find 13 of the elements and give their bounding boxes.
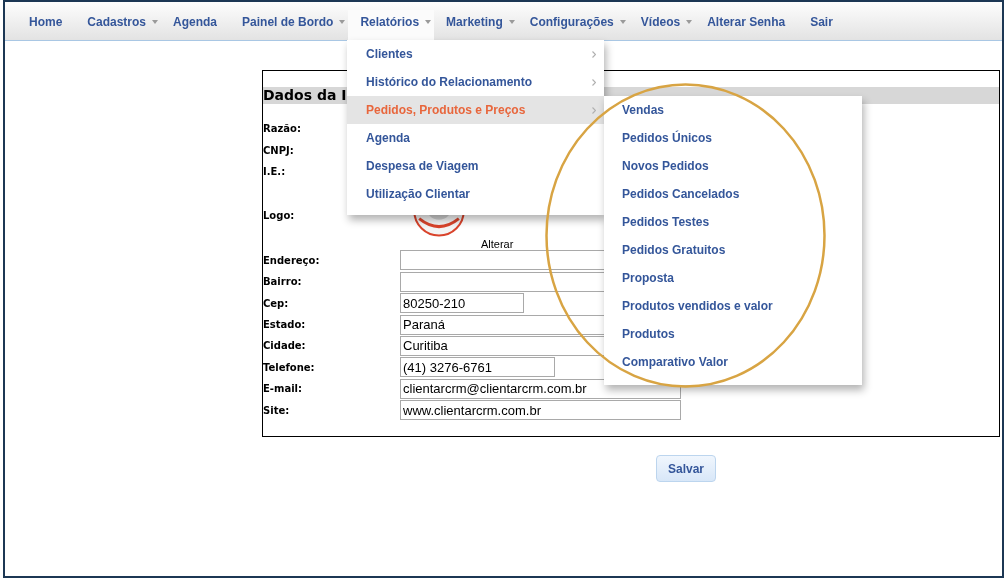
field-label: CNPJ: [263,143,294,158]
field-label: Logo: [263,209,295,224]
field-label: Cep: [263,296,289,311]
section-title: Dados da I [263,87,347,104]
field-label: E-mail: [263,382,302,397]
field-label: Site: [263,403,290,418]
field-label: Estado: [263,318,306,333]
field-label: Bairro: [263,275,302,290]
field-label: Telefone: [263,360,315,375]
field-label: Endereço: [263,253,320,268]
field-label: I.E.: [263,164,286,179]
field-label: Cidade: [263,339,306,354]
field-label: Razão: [263,122,301,137]
